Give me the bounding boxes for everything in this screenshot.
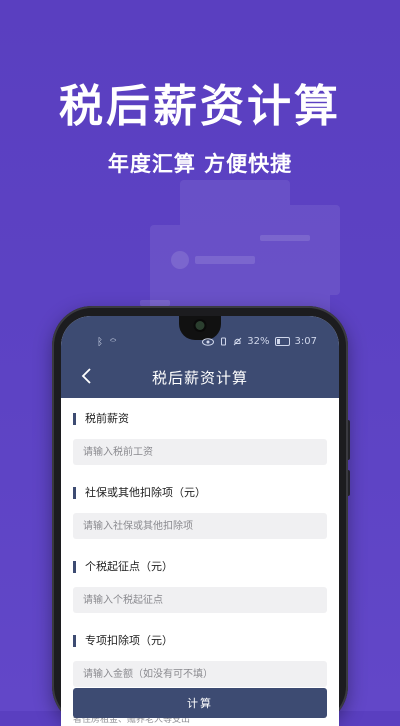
special-deduction-input[interactable]	[73, 661, 327, 687]
nav-bar: 税后薪资计算	[61, 354, 339, 398]
page-title: 税后薪资计算	[151, 369, 248, 387]
camera-icon	[195, 321, 205, 330]
phone-mockup: ᛒ ⌔ 32% 3:07 税后薪资计算 税前薪资 社保或其他扣除项（元） 个税起…	[52, 306, 348, 726]
special-deduction-label: 专项扣除项（元）	[73, 634, 327, 648]
calculate-button[interactable]: 计算	[73, 688, 327, 718]
status-bar: ᛒ ⌔ 32% 3:07	[61, 316, 339, 354]
social-security-input[interactable]	[73, 513, 327, 539]
clock: 3:07	[294, 336, 317, 347]
battery-icon	[274, 337, 290, 346]
hero-title: 税后薪资计算	[59, 81, 341, 132]
battery-percent: 32%	[247, 336, 270, 347]
pretax-salary-input[interactable]	[73, 439, 327, 465]
status-right: 32% 3:07	[202, 336, 317, 347]
hero-subtitle: 年度汇算 方便快捷	[107, 152, 293, 176]
vibrate-icon	[221, 337, 227, 346]
pretax-salary-label: 税前薪资	[73, 412, 327, 426]
social-security-label: 社保或其他扣除项（元）	[73, 486, 327, 500]
phone-screen: ᛒ ⌔ 32% 3:07 税后薪资计算 税前薪资 社保或其他扣除项（元） 个税起…	[61, 316, 339, 726]
eye-icon	[202, 337, 215, 346]
tax-threshold-input[interactable]	[73, 587, 327, 613]
mute-bell-icon	[233, 337, 242, 346]
salary-form: 税前薪资 社保或其他扣除项（元） 个税起征点（元） 专项扣除项（元） 专项扣除包…	[73, 412, 327, 726]
tax-threshold-label: 个税起征点（元）	[73, 560, 327, 574]
status-left-icons: ᛒ ⌔	[97, 337, 119, 348]
